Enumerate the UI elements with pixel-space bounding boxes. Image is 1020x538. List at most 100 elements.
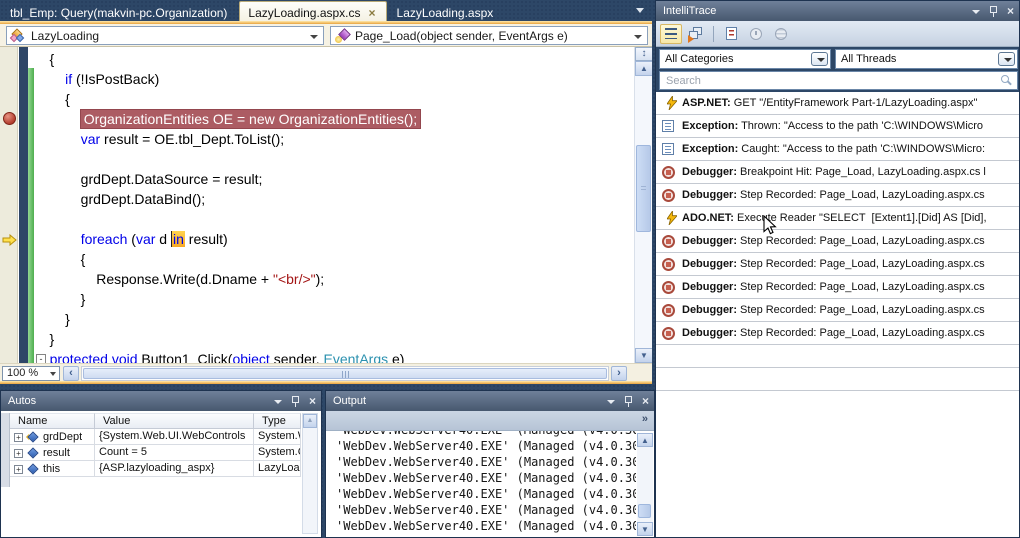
tab-lazyloading-aspx[interactable]: LazyLoading.aspx [389,2,504,22]
output-scrollbar[interactable]: ▲ ▼ [637,433,653,536]
vertical-scrollbar[interactable]: ↕ ▲ ▼ [634,47,652,363]
pin-icon[interactable] [291,396,300,407]
close-icon[interactable]: × [642,397,649,406]
code-line[interactable]: { [34,89,632,109]
column-header-name[interactable]: Name [10,413,95,429]
member-dropdown[interactable]: Page_Load(object sender, EventArgs e) [330,26,648,45]
member-dropdown-value: Page_Load(object sender, EventArgs e) [355,29,568,43]
code-line[interactable]: OrganizationEntities OE = new Organizati… [34,109,632,129]
column-header-type[interactable]: Type [254,413,301,429]
horizontal-scrollbar[interactable] [81,366,609,381]
search-icon [1001,75,1009,83]
split-window-handle[interactable]: ↕ [635,47,652,61]
expand-icon[interactable]: + [14,449,23,458]
intellitrace-event-row[interactable]: Debugger: Step Recorded: Page_Load, Lazy… [656,322,1019,345]
tab-close-icon[interactable]: × [369,8,376,18]
window-position-icon[interactable] [607,400,615,404]
scroll-down-button[interactable]: ▼ [637,522,653,536]
code-line[interactable]: protected void Button1_Click(object send… [34,349,632,363]
intellitrace-event-row[interactable]: ASP.NET: GET "/EntityFramework Part-1/La… [656,92,1019,115]
output-scrollbar-thumb[interactable] [638,504,651,518]
threads-filter-dropdown[interactable]: All Threads [835,49,1018,69]
close-icon[interactable]: × [309,397,316,406]
tasks-button[interactable] [720,24,742,44]
intellitrace-event-row[interactable]: Debugger: Step Recorded: Page_Load, Lazy… [656,184,1019,207]
scroll-up-button[interactable]: ▲ [637,433,653,447]
breakpoint-icon[interactable] [3,112,16,125]
code-line[interactable]: } [34,289,632,309]
intellitrace-event-row[interactable]: Debugger: Step Recorded: Page_Load, Lazy… [656,299,1019,322]
window-position-icon[interactable] [274,400,282,404]
amber-divider-bottom [0,381,652,384]
scroll-up-button[interactable]: ▲ [303,414,317,428]
clock-icon [750,28,762,40]
toolbar-overflow-icon[interactable]: » [642,413,648,425]
autos-row[interactable]: +grdDept{System.Web.UI.WebControlsSystem… [10,429,301,445]
tab-overflow-chevron-icon[interactable] [636,8,644,13]
calls-view-button[interactable] [685,24,707,44]
expand-icon[interactable]: + [14,433,23,442]
autos-scrollbar[interactable]: ▲ [302,413,318,534]
autos-row[interactable]: +resultCount = 5System.C [10,445,301,461]
horizontal-scrollbar-thumb[interactable] [83,368,607,379]
timeline-button[interactable] [745,24,767,44]
pin-icon[interactable] [624,396,633,407]
variable-value: {ASP.lazyloading_aspx} [95,461,254,476]
code-line[interactable]: { [34,49,632,69]
intellitrace-event-row[interactable]: Exception: Caught: "Access to the path '… [656,138,1019,161]
categories-filter-dropdown[interactable]: All Categories [659,49,831,69]
type-dropdown[interactable]: LazyLoading [6,26,324,45]
autos-row[interactable]: +this{ASP.lazyloading_aspx}LazyLoa [10,461,301,477]
scroll-right-button[interactable]: › [611,366,627,381]
vertical-scrollbar-thumb[interactable] [636,145,651,232]
tab-tbl-emp-query-makvin-pc-organization-[interactable]: tbl_Emp: Query(makvin-pc.Organization) [2,2,237,22]
scroll-left-button[interactable]: ‹ [63,366,79,381]
intellitrace-event-row[interactable]: Debugger: Breakpoint Hit: Page_Load, Laz… [656,161,1019,184]
intellitrace-event-row[interactable]: Debugger: Step Recorded: Page_Load, Lazy… [656,276,1019,299]
code-line[interactable] [34,149,632,169]
debugger-record-icon [662,258,675,271]
tab-lazyloading-aspx-cs[interactable]: LazyLoading.aspx.cs× [239,1,386,22]
list-icon [665,28,677,39]
scroll-down-button[interactable]: ▼ [635,348,652,363]
code-line[interactable] [34,209,632,229]
event-category: Debugger: [682,189,737,201]
trace-settings-button[interactable] [770,24,792,44]
expand-icon[interactable]: + [14,465,23,474]
code-line[interactable]: var result = OE.tbl_Dept.ToList(); [34,129,632,149]
intellitrace-event-list[interactable]: ASP.NET: GET "/EntityFramework Part-1/La… [656,92,1019,537]
variable-name: grdDept [43,431,82,443]
code-line[interactable]: Response.Write(d.Dname + "<br/>"); [34,269,632,289]
editor-body[interactable]: { if (!IsPostBack) { OrganizationEntitie… [0,47,652,363]
search-input[interactable] [659,71,1018,90]
chevron-down-icon[interactable] [811,52,828,66]
output-line: 'WebDev.WebServer40.EXE' (Managed (v4.0.… [336,470,636,486]
zoom-level-select[interactable]: 100 % [2,366,60,381]
code-area[interactable]: { if (!IsPostBack) { OrganizationEntitie… [34,47,632,363]
code-line[interactable]: grdDept.DataBind(); [34,189,632,209]
pin-icon[interactable] [989,6,998,17]
fold-collapse-icon[interactable]: - [36,354,46,363]
close-icon[interactable]: × [1007,7,1014,16]
code-line[interactable]: grdDept.DataSource = result; [34,169,632,189]
code-line[interactable]: { [34,249,632,269]
event-text: Step Recorded: Page_Load, LazyLoading.as… [737,235,985,247]
debugger-record-icon [662,189,675,202]
variable-type: System.W [254,429,301,444]
events-view-button[interactable] [660,24,682,44]
breakpoint-margin[interactable] [0,47,18,363]
intellitrace-event-row[interactable]: Exception: Thrown: "Access to the path '… [656,115,1019,138]
column-header-value[interactable]: Value [95,413,254,429]
window-position-icon[interactable] [972,10,980,14]
intellitrace-event-row[interactable]: Debugger: Step Recorded: Page_Load, Lazy… [656,253,1019,276]
code-line[interactable]: } [34,329,632,349]
code-line[interactable]: } [34,309,632,329]
code-line[interactable]: if (!IsPostBack) [34,69,632,89]
intellitrace-event-row[interactable]: ADO.NET: Execute Reader "SELECT [Extent1… [656,207,1019,230]
scroll-up-button[interactable]: ▲ [635,61,652,76]
code-line[interactable]: foreach (var d in result) [34,229,632,249]
intellitrace-event-row[interactable]: Debugger: Step Recorded: Page_Load, Lazy… [656,230,1019,253]
variable-name-cell: +result [10,445,95,460]
chevron-down-icon[interactable] [998,52,1015,66]
output-content[interactable]: 'WebDev.WebServer40.EXE' (Managed (v4.0.… [326,431,636,537]
